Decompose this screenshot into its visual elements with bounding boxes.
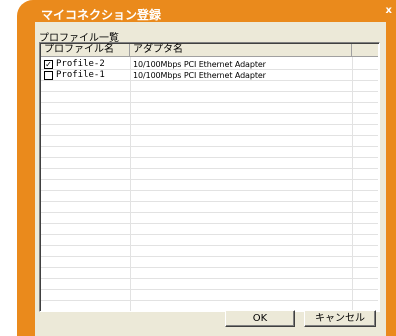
column-header-adapter-name[interactable]: アダプタ名 xyxy=(130,44,352,56)
cancel-button[interactable]: キャンセル xyxy=(304,310,376,327)
grid-line xyxy=(41,278,378,279)
grid-line xyxy=(41,190,378,191)
grid-line xyxy=(41,300,378,301)
grid-line xyxy=(41,212,378,213)
grid-line xyxy=(41,289,378,290)
profile-name: Profile-1 xyxy=(56,70,105,80)
column-header-profile-name[interactable]: プロファイル名 xyxy=(41,44,130,56)
grid-line xyxy=(41,179,378,180)
ok-button[interactable]: OK xyxy=(225,310,295,327)
profile-name: Profile-2 xyxy=(56,59,105,69)
list-header: プロファイル名 アダプタ名 xyxy=(41,44,378,57)
grid-line xyxy=(41,234,378,235)
profile-checkbox[interactable]: ✓ xyxy=(44,60,53,69)
profile-list[interactable]: プロファイル名 アダプタ名 ✓ Profile-2 10/100Mbps PCI… xyxy=(39,42,380,312)
grid-line xyxy=(41,201,378,202)
grid-line xyxy=(41,256,378,257)
adapter-name: 10/100Mbps PCI Ethernet Adapter xyxy=(133,60,266,69)
grid-line xyxy=(41,91,378,92)
grid-line xyxy=(41,113,378,114)
grid-line xyxy=(41,267,378,268)
profile-checkbox[interactable] xyxy=(44,71,53,80)
grid-line xyxy=(41,245,378,246)
grid-line xyxy=(41,168,378,169)
table-row[interactable]: Profile-1 10/100Mbps PCI Ethernet Adapte… xyxy=(41,70,378,81)
window-title: マイコネクション登録 xyxy=(41,8,162,22)
grid-line xyxy=(41,124,378,125)
adapter-name: 10/100Mbps PCI Ethernet Adapter xyxy=(133,71,266,80)
grid-line xyxy=(41,146,378,147)
grid-line xyxy=(41,223,378,224)
grid-column-line xyxy=(352,57,353,311)
grid-line xyxy=(41,135,378,136)
dialog-body: プロファイル一覧 プロファイル名 アダプタ名 ✓ Profile-2 10/10… xyxy=(35,22,386,336)
close-icon[interactable]: x xyxy=(386,5,392,17)
grid-line xyxy=(41,157,378,158)
column-header-empty xyxy=(352,44,378,56)
table-row[interactable]: ✓ Profile-2 10/100Mbps PCI Ethernet Adap… xyxy=(41,59,378,70)
grid-column-line xyxy=(130,57,131,311)
grid-line xyxy=(41,102,378,103)
